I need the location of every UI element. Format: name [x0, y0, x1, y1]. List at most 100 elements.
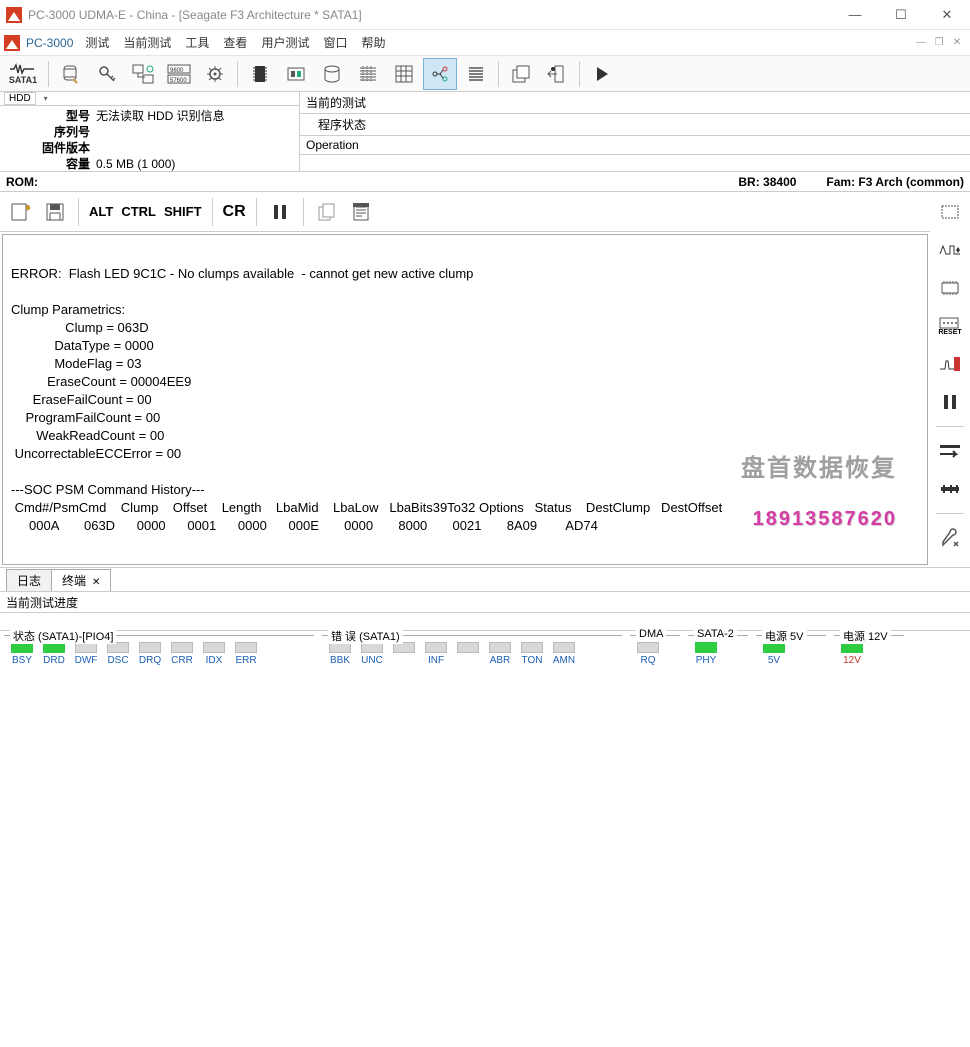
led-indicator: [637, 642, 659, 653]
menu-tools[interactable]: 工具: [185, 34, 209, 51]
arrow-stack-icon: [938, 444, 962, 458]
mdi-minimize-icon[interactable]: —: [914, 36, 928, 50]
ctrl-key-button[interactable]: CTRL: [117, 204, 160, 219]
toolbar-play-button[interactable]: [585, 58, 619, 90]
status-led-ERR: ERR: [232, 640, 260, 666]
toolbar-key-button[interactable]: [90, 58, 124, 90]
led-indicator: [139, 642, 161, 653]
led-label: ABR: [486, 655, 514, 666]
fam-value: Fam: F3 Arch (common): [826, 175, 964, 189]
hdd-panel-title: HDD: [4, 92, 36, 105]
side-chip2-button[interactable]: [934, 274, 966, 302]
pause-icon: [273, 204, 287, 220]
tab-close-icon[interactable]: ✕: [92, 577, 100, 588]
menu-test[interactable]: 测试: [85, 34, 109, 51]
led-label: BBK: [326, 655, 354, 666]
menu-current[interactable]: 当前测试: [123, 34, 171, 51]
minimize-button[interactable]: —: [832, 0, 878, 30]
current-test-label: 当前的测试: [300, 92, 970, 114]
side-bars-button[interactable]: [934, 475, 966, 503]
toolbar-branch-button[interactable]: [423, 58, 457, 90]
side-pulse-button[interactable]: [934, 236, 966, 264]
toolbar-sata1-button[interactable]: SATA1: [3, 58, 43, 90]
mdi-restore-icon[interactable]: ❐: [932, 36, 946, 50]
close-button[interactable]: ✕: [924, 0, 970, 30]
side-chip-button[interactable]: [934, 198, 966, 226]
cr-key-button[interactable]: CR: [219, 203, 250, 221]
mdi-close-icon[interactable]: ✕: [950, 36, 964, 50]
led-label: AMN: [550, 655, 578, 666]
status-5v-title: 电源 5V: [762, 628, 807, 644]
toolbar-module-button[interactable]: [279, 58, 313, 90]
app-logo-icon: [6, 7, 22, 23]
menu-view[interactable]: 查看: [223, 34, 247, 51]
toolbar-lines-button[interactable]: [459, 58, 493, 90]
led-label: 5V: [760, 655, 788, 666]
tab-terminal[interactable]: 终端 ✕: [51, 569, 111, 591]
rom-label: ROM:: [6, 175, 38, 189]
toolbar-chip-button[interactable]: [243, 58, 277, 90]
br-value: BR: 38400: [738, 175, 796, 189]
toolbar-cylinder-button[interactable]: [315, 58, 349, 90]
grid-icon: [395, 65, 413, 83]
baud-icon: 960057600: [167, 64, 191, 84]
scroll-icon: [61, 64, 81, 84]
alt-key-button[interactable]: ALT: [85, 204, 117, 219]
stack-icon: [511, 64, 531, 84]
led-indicator: [457, 642, 479, 653]
led-indicator: [695, 642, 717, 653]
side-toolbar: RESET: [930, 192, 970, 567]
toolbar-gear-button[interactable]: [198, 58, 232, 90]
status-led-PHY: PHY: [692, 640, 720, 666]
side-resistor-button[interactable]: [934, 350, 966, 378]
led-label: DRQ: [136, 655, 164, 666]
led-indicator: [521, 642, 543, 653]
shift-key-button[interactable]: SHIFT: [160, 204, 206, 219]
terminal-toolbar: ALT CTRL SHIFT CR: [0, 192, 930, 232]
properties-button[interactable]: [344, 196, 378, 228]
led-indicator: [235, 642, 257, 653]
maximize-button[interactable]: ☐: [878, 0, 924, 30]
pause-button[interactable]: [263, 196, 297, 228]
led-indicator: [203, 642, 225, 653]
toolbar-baud-button[interactable]: 960057600: [162, 58, 196, 90]
side-reset-button[interactable]: RESET: [934, 312, 966, 340]
led-label: TON: [518, 655, 546, 666]
led-label: 12V: [838, 655, 866, 666]
toolbar-scroll-button[interactable]: [54, 58, 88, 90]
reset-label: RESET: [938, 329, 961, 336]
term-save-button[interactable]: [38, 196, 72, 228]
led-label: INF: [422, 655, 450, 666]
toolbar-exit-button[interactable]: [540, 58, 574, 90]
side-tools-button[interactable]: [934, 524, 966, 552]
status-group-state: 状态 (SATA1)-[PIO4] BSYDRDDWFDSCDRQCRRIDXE…: [4, 635, 314, 666]
term-new-button[interactable]: [4, 196, 38, 228]
progress-bar-empty: [0, 613, 970, 631]
play-icon: [595, 66, 609, 82]
tab-terminal-label: 终端: [62, 574, 86, 588]
cylinder-icon: [322, 64, 342, 84]
tab-log[interactable]: 日志: [6, 569, 52, 591]
led-label: IDX: [200, 655, 228, 666]
main-toolbar: SATA1 960057600: [0, 56, 970, 92]
sheet-icon: [352, 202, 370, 222]
brand-label[interactable]: PC-3000: [26, 36, 73, 50]
status-led-IDX: IDX: [200, 640, 228, 666]
status-led-DRQ: DRQ: [136, 640, 164, 666]
menu-help[interactable]: 帮助: [361, 34, 385, 51]
toolbar-stack-button[interactable]: [504, 58, 538, 90]
toolbar-pattern-button[interactable]: [351, 58, 385, 90]
led-label: RQ: [634, 655, 662, 666]
side-pause-button[interactable]: [934, 388, 966, 416]
copy-button[interactable]: [310, 196, 344, 228]
branch-icon: [430, 64, 450, 84]
led-indicator: [553, 642, 575, 653]
pause-icon: [943, 394, 957, 410]
menu-usertest[interactable]: 用户测试: [261, 34, 309, 51]
toolbar-net-button[interactable]: [126, 58, 160, 90]
terminal-output[interactable]: ERROR: Flash LED 9C1C - No clumps availa…: [2, 234, 928, 565]
menu-window[interactable]: 窗口: [323, 34, 347, 51]
side-arrow-button[interactable]: [934, 437, 966, 465]
status-led-AMN: AMN: [550, 640, 578, 666]
toolbar-grid-button[interactable]: [387, 58, 421, 90]
